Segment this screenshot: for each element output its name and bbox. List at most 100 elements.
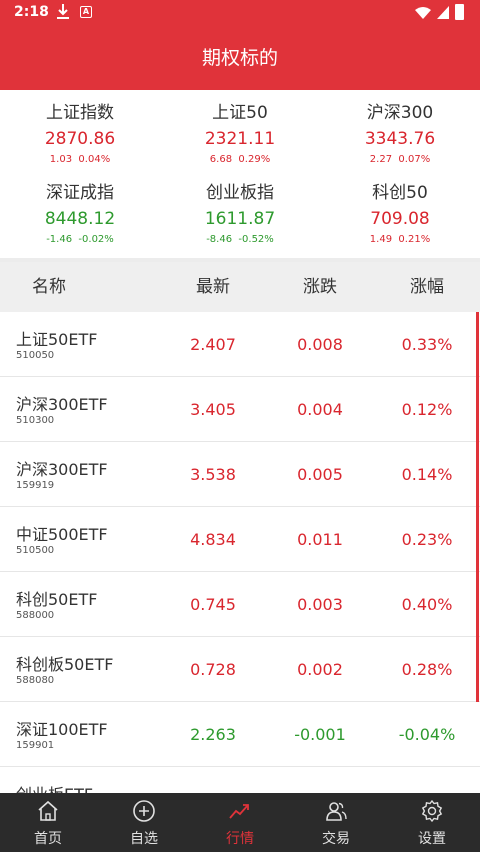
- tab-label: 首页: [34, 831, 62, 847]
- etf-list[interactable]: 上证50ETF 510050 2.407 0.008 0.33% 沪深300ET…: [0, 312, 480, 793]
- table-header: 名称 最新 涨跌 涨幅: [0, 262, 480, 312]
- users-icon: [326, 802, 347, 821]
- row-code: 510300: [16, 415, 55, 426]
- tab-watchlist[interactable]: 自选: [96, 793, 192, 852]
- row-pct: 0.23%: [401, 530, 453, 549]
- index-change-amount: 1.49: [369, 234, 393, 245]
- index-value: 1611.87: [204, 209, 276, 229]
- bottom-tab-bar: 首页 自选 行情 交易 设置: [0, 793, 480, 852]
- index-change-pct: 0.29%: [238, 154, 271, 165]
- row-change: 0.002: [297, 660, 343, 679]
- tab-market[interactable]: 行情: [192, 793, 288, 852]
- row-latest: 3.405: [190, 400, 236, 419]
- wifi-icon: [415, 7, 431, 19]
- row-name: 深证100ETF: [16, 720, 108, 739]
- index-value: 8448.12: [44, 209, 116, 229]
- row-latest: 0.728: [190, 660, 236, 679]
- index-change: 2.27 0.07%: [320, 152, 480, 168]
- index-value: 2870.86: [44, 129, 116, 149]
- table-row[interactable]: 创业板ETF: [0, 767, 480, 793]
- tab-label: 交易: [322, 831, 350, 847]
- index-change-pct: 0.21%: [398, 234, 431, 245]
- index-name: 深证成指: [46, 183, 114, 203]
- row-pct: -0.04%: [398, 725, 456, 744]
- download-icon: [57, 4, 69, 19]
- index-name: 上证50: [212, 103, 268, 123]
- tab-trade[interactable]: 交易: [288, 793, 384, 852]
- row-name: 上证50ETF: [16, 330, 98, 349]
- index-name: 沪深300: [366, 103, 434, 123]
- row-change: 0.008: [297, 335, 343, 354]
- table-row[interactable]: 深证100ETF 159901 2.263 -0.001 -0.04%: [0, 702, 480, 767]
- column-header-name[interactable]: 名称: [32, 262, 66, 312]
- table-row[interactable]: 沪深300ETF 510300 3.405 0.004 0.12%: [0, 377, 480, 442]
- index-card[interactable]: 科创50 709.08 1.49 0.21%: [320, 180, 480, 248]
- row-pct: 0.14%: [401, 465, 453, 484]
- row-change: 0.003: [297, 595, 343, 614]
- row-name: 中证500ETF: [16, 525, 108, 544]
- index-change-pct: 0.07%: [398, 154, 431, 165]
- index-change: 1.03 0.04%: [0, 152, 160, 168]
- table-row[interactable]: 科创50ETF 588000 0.745 0.003 0.40%: [0, 572, 480, 637]
- home-icon: [38, 800, 58, 821]
- row-name: 创业板ETF: [16, 781, 93, 793]
- row-latest: 4.834: [190, 530, 236, 549]
- add-circle-icon: [133, 800, 155, 822]
- table-row[interactable]: 中证500ETF 510500 4.834 0.011 0.23%: [0, 507, 480, 572]
- row-code: 588000: [16, 610, 55, 621]
- index-value: 3343.76: [364, 129, 436, 149]
- index-change: -8.46 -0.52%: [160, 232, 320, 248]
- row-code: 510050: [16, 350, 55, 361]
- row-name: 沪深300ETF: [16, 460, 108, 479]
- row-pct: 0.33%: [401, 335, 453, 354]
- row-pct: 0.28%: [401, 660, 453, 679]
- battery-icon: [455, 4, 464, 20]
- column-header-latest[interactable]: 最新: [196, 262, 230, 312]
- index-name: 科创50: [372, 183, 428, 203]
- row-latest: 3.538: [190, 465, 236, 484]
- row-code: 159919: [16, 480, 55, 491]
- index-card[interactable]: 上证指数 2870.86 1.03 0.04%: [0, 100, 160, 168]
- tab-label: 自选: [130, 831, 158, 847]
- row-change: -0.001: [294, 725, 346, 744]
- table-row[interactable]: 科创板50ETF 588080 0.728 0.002 0.28%: [0, 637, 480, 702]
- column-header-change[interactable]: 涨跌: [303, 262, 337, 312]
- row-code: 588080: [16, 675, 55, 686]
- index-change-pct: 0.04%: [78, 154, 111, 165]
- index-card[interactable]: 上证50 2321.11 6.68 0.29%: [160, 100, 320, 168]
- row-change: 0.011: [297, 530, 343, 549]
- index-grid: 上证指数 2870.86 1.03 0.04% 上证50 2321.11 6.6…: [0, 90, 480, 258]
- tab-home[interactable]: 首页: [0, 793, 96, 852]
- index-card[interactable]: 创业板指 1611.87 -8.46 -0.52%: [160, 180, 320, 248]
- table-row[interactable]: 沪深300ETF 159919 3.538 0.005 0.14%: [0, 442, 480, 507]
- index-card[interactable]: 沪深300 3343.76 2.27 0.07%: [320, 100, 480, 168]
- row-change: 0.004: [297, 400, 343, 419]
- index-change-amount: 1.03: [49, 154, 73, 165]
- status-time: 2:18: [14, 4, 49, 20]
- signal-icon: [437, 6, 449, 19]
- row-change: 0.005: [297, 465, 343, 484]
- table-row[interactable]: 上证50ETF 510050 2.407 0.008 0.33%: [0, 312, 480, 377]
- index-change-amount: 2.27: [369, 154, 393, 165]
- index-change-amount: -8.46: [206, 234, 233, 245]
- index-change: 1.49 0.21%: [320, 232, 480, 248]
- row-name: 沪深300ETF: [16, 395, 108, 414]
- row-latest: 2.407: [190, 335, 236, 354]
- row-name: 科创板50ETF: [16, 655, 114, 674]
- index-value: 709.08: [370, 209, 430, 229]
- scroll-indicator[interactable]: [476, 312, 479, 702]
- column-header-pct[interactable]: 涨幅: [410, 262, 444, 312]
- index-card[interactable]: 深证成指 8448.12 -1.46 -0.02%: [0, 180, 160, 248]
- row-latest: 0.745: [190, 595, 236, 614]
- index-change-amount: 6.68: [209, 154, 233, 165]
- row-code: 510500: [16, 545, 55, 556]
- trend-icon: [229, 804, 249, 819]
- tab-label: 行情: [226, 831, 254, 847]
- app-notification-icon: A: [80, 6, 92, 18]
- index-name: 上证指数: [46, 103, 114, 123]
- index-change-pct: -0.52%: [238, 234, 274, 245]
- row-pct: 0.12%: [401, 400, 453, 419]
- status-bar: 2:18 A: [0, 0, 480, 26]
- tab-settings[interactable]: 设置: [384, 793, 480, 852]
- gear-icon: [421, 799, 443, 823]
